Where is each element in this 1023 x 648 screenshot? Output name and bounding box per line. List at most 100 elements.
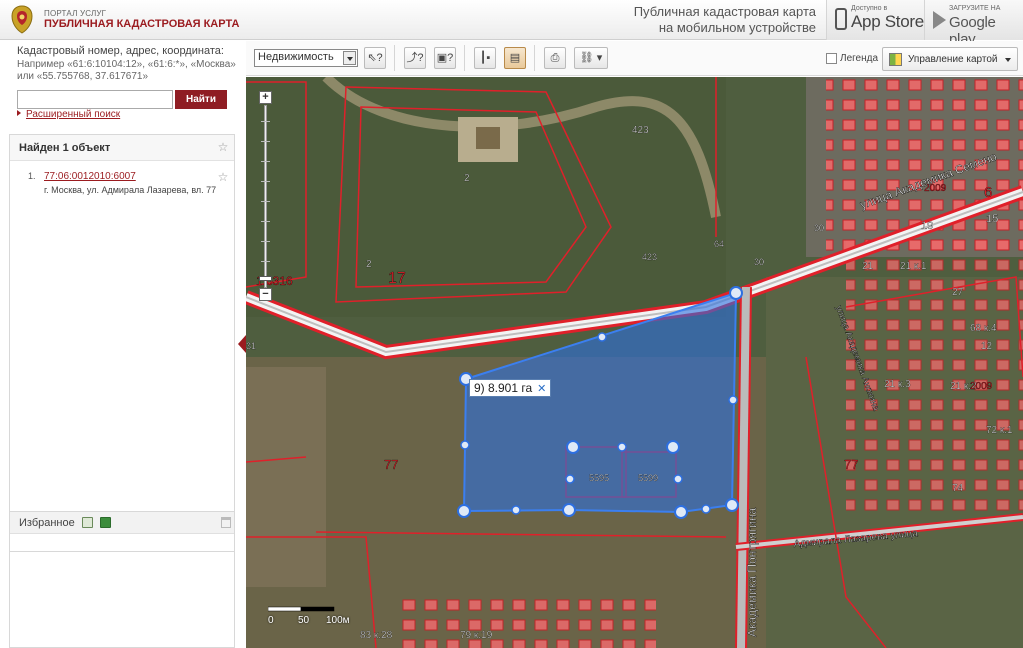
parcel-label: 30 — [754, 257, 764, 267]
search-button[interactable]: Найти — [175, 90, 227, 109]
measure-distance-button[interactable]: ┃▪ — [474, 47, 496, 69]
parcel-label: 31 — [246, 341, 256, 351]
portal-title[interactable]: ПУБЛИЧНАЯ КАДАСТРОВАЯ КАРТА — [44, 18, 239, 30]
parcel-label: 30 — [814, 223, 824, 233]
parcel-label: 6 — [984, 184, 992, 201]
parcel-label: 21 — [862, 261, 874, 272]
chevron-down-icon — [1005, 58, 1011, 62]
zoom-control: + − — [259, 91, 272, 301]
results-title: Найден 1 объект — [19, 142, 110, 154]
excel-icon[interactable] — [100, 517, 111, 528]
parcel-label: 21 к.1 — [900, 261, 927, 272]
favorites-header: Избранное — [10, 512, 234, 534]
favorites-panel: Избранное — [9, 511, 235, 648]
satellite-map[interactable]: 423 2 17 2 423 1:6316 77 77 5595 5599 30… — [246, 77, 1023, 648]
mobile-promo-line2: на мобильном устройстве — [658, 20, 816, 35]
triangle-right-icon — [17, 110, 21, 116]
cursor-question-icon: ⇖? — [367, 52, 383, 64]
parcel-label: 423 — [632, 125, 649, 136]
map-question-icon: ▣? — [436, 52, 454, 64]
parcel-label: 15 — [986, 213, 998, 225]
parcel-label: 17 — [388, 270, 406, 287]
left-panel: Кадастровый номер, адрес, координата: На… — [0, 41, 245, 648]
zoom-tick — [261, 121, 270, 122]
parcel-label: 423 — [642, 252, 657, 262]
results-title-prefix: Найден — [19, 142, 63, 154]
results-title-suffix: объект — [68, 142, 111, 154]
mobile-promo-line1: Публичная кадастровая карта — [633, 4, 816, 19]
zoom-in-button[interactable]: + — [259, 91, 272, 104]
print-button[interactable]: ⎙ — [544, 47, 566, 69]
appstore-label: App Store — [851, 12, 924, 31]
parcel-label: 27 — [952, 287, 964, 298]
parcel-label: 2 — [366, 259, 372, 270]
panel-collapse-handle[interactable] — [238, 335, 246, 353]
parcel-label: 2009 — [970, 381, 993, 392]
scale-label: 50 — [298, 615, 310, 626]
apple-icon — [835, 8, 847, 30]
legend-checkbox[interactable] — [826, 53, 837, 64]
parcel-label: 68 к.4 — [970, 323, 997, 334]
portal-subtitle: ПОРТАЛ УСЛУГ — [44, 9, 107, 18]
search-input[interactable] — [17, 90, 173, 109]
parcel-label: 83 к.28 — [360, 630, 393, 641]
layers-icon — [889, 53, 902, 66]
results-panel: Найден 1 объект ☆ 1. 77:06:0012010:6007 … — [9, 134, 235, 552]
toolbar-divider — [464, 45, 465, 71]
star-icon[interactable]: ☆ — [217, 141, 229, 153]
link-button[interactable]: ⛓ ▾ — [574, 47, 608, 69]
googleplay-button[interactable]: ЗАГРУЗИТЕ НА Google play — [924, 0, 1023, 48]
map-toolbar: Недвижимость ⇖? ⤴? ▣? ┃▪ ▤ ⎙ ⛓ ▾ Легенда… — [246, 41, 1023, 76]
zoom-tick — [261, 261, 270, 262]
parcel-label: 21 к.3 — [884, 379, 911, 390]
zoom-tick — [261, 161, 270, 162]
appstore-small-label: Доступно в — [851, 5, 888, 12]
toolbar-divider — [394, 45, 395, 71]
search-example: Например «61:6:10104:12», «61:6:*», «Мос… — [17, 59, 236, 82]
play-icon — [933, 11, 946, 29]
toolbar-divider — [534, 45, 535, 71]
zoom-slider-thumb[interactable] — [259, 276, 272, 281]
scale-label: 100м — [326, 615, 350, 626]
parcel-label: 77 — [384, 457, 398, 472]
parcel-label: 2 — [464, 173, 470, 184]
parcel-label: 12 — [981, 341, 993, 352]
mobile-promo: Публичная кадастровая карта на мобильном… — [620, 0, 820, 40]
parcel-label: 19 — [921, 220, 933, 232]
result-cadastral-link[interactable]: 77:06:0012010:6007 — [44, 171, 136, 182]
area-measurement-value: 9) 8.901 га — [474, 381, 533, 395]
search-hint: Кадастровый номер, адрес, координата: — [17, 45, 224, 57]
result-number: 1. — [28, 171, 36, 181]
area-measurement-label: 9) 8.901 га ✕ — [469, 379, 552, 397]
advanced-search-label: Расширенный поиск — [26, 109, 121, 120]
map-view[interactable]: 423 2 17 2 423 1:6316 77 77 5595 5599 30… — [246, 77, 1023, 648]
zoom-out-button[interactable]: − — [259, 288, 272, 301]
chevron-down-icon — [343, 51, 356, 65]
list-item[interactable]: 1. 77:06:0012010:6007 г. Москва, ул. Адм… — [10, 171, 234, 211]
advanced-search-link[interactable]: Расширенный поиск — [17, 109, 120, 120]
curve-question-icon: ⤴? — [406, 52, 424, 64]
zoom-tick — [261, 241, 270, 242]
identify-tool-button[interactable]: ⇖? — [364, 47, 386, 69]
export-icon[interactable] — [82, 517, 93, 528]
appstore-button[interactable]: Доступно в App Store — [826, 0, 924, 40]
trash-icon[interactable] — [221, 517, 231, 528]
layer-select[interactable]: Недвижимость — [254, 49, 358, 67]
scale-bar-graphic — [268, 606, 335, 612]
parcel-label: 77 — [844, 457, 858, 472]
results-header: Найден 1 объект ☆ — [10, 135, 234, 161]
parcel-label: 5595 — [589, 473, 609, 483]
googleplay-small-label: ЗАГРУЗИТЕ НА — [949, 5, 1001, 12]
map-control-label: Управление картой — [908, 54, 998, 65]
star-icon[interactable]: ☆ — [217, 171, 229, 183]
measure-area-button[interactable]: ▤ — [504, 47, 526, 69]
parcel-label: 64 — [714, 239, 724, 249]
parcel-label: 74 — [952, 483, 964, 494]
header: ПОРТАЛ УСЛУГ ПУБЛИЧНАЯ КАДАСТРОВАЯ КАРТА… — [0, 0, 1023, 48]
zoom-tick — [261, 221, 270, 222]
info-line-tool-button[interactable]: ⤴? — [404, 47, 426, 69]
info-area-tool-button[interactable]: ▣? — [434, 47, 456, 69]
printer-icon: ⎙ — [550, 52, 560, 64]
map-control-dropdown[interactable]: Управление картой — [882, 47, 1018, 71]
close-icon[interactable]: ✕ — [537, 382, 546, 395]
